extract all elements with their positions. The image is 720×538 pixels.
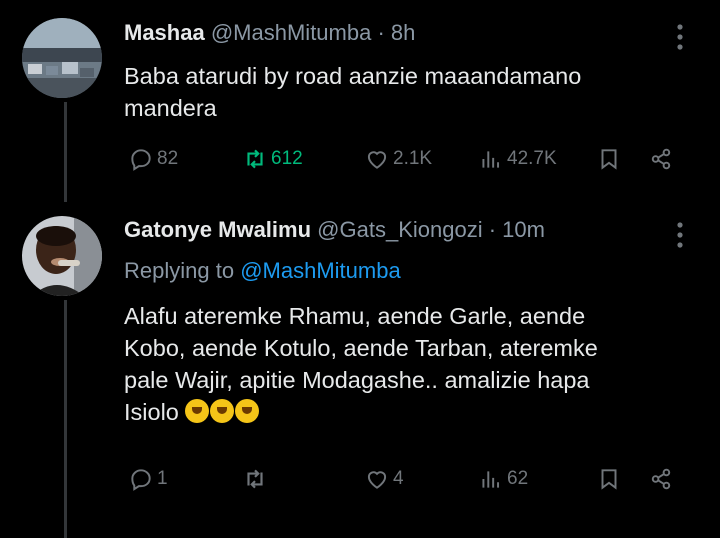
tweet-header: Mashaa @MashMitumba · 8h [124,20,415,46]
bookmark-icon [601,469,617,490]
share-icon [651,468,671,490]
timestamp[interactable]: 10m [502,217,545,242]
share-icon [651,148,671,170]
thread-line [64,300,67,538]
reply-count: 82 [157,148,179,169]
replying-prefix: Replying to [124,258,235,283]
tweet-text-line: Kobo, aende Kotulo, aende Tarban, aterem… [124,335,598,361]
share-button[interactable] [648,146,674,172]
more-options-icon[interactable] [676,222,684,248]
like-button[interactable]: 2.1K [364,146,432,172]
bookmark-icon [601,149,617,170]
avatar[interactable] [22,216,102,296]
tweet-text: Baba atarudi by road aanzie maaandamano … [124,60,581,124]
tweet-text-line: Baba atarudi by road aanzie maaandamano [124,63,582,89]
like-count: 4 [393,468,404,489]
reply-icon [131,149,151,171]
tweet-text-line: mandera [124,95,217,121]
timestamp[interactable]: 8h [391,20,415,45]
views-button[interactable]: 62 [478,466,528,492]
views-icon [482,151,500,168]
reply-count: 1 [157,468,168,489]
separator-dot: · [488,217,497,242]
replying-to: Replying to @MashMitumba [124,258,401,284]
retweet-icon [247,469,263,489]
author-handle[interactable]: @MashMitumba [211,20,372,45]
more-options-icon[interactable] [676,24,684,50]
share-button[interactable] [648,466,674,492]
tweet-text-line: Alafu ateremke Rhamu, aende Garle, aende [124,303,586,329]
thread-line [64,102,67,202]
laughing-emoji-icon [235,399,260,423]
heart-icon [367,471,387,489]
tweet-header: Gatonye Mwalimu @Gats_Kiongozi · 10m [124,217,545,243]
retweet-button[interactable] [242,466,271,492]
separator-dot: · [377,20,385,45]
heart-icon [367,151,387,169]
author-name[interactable]: Mashaa [124,20,205,45]
retweet-icon [247,149,263,169]
tweet-1[interactable]: Mashaa @MashMitumba · 8h Baba atarudi by… [0,0,720,202]
tweet-text-line: pale Wajir, apitie Modagashe.. amalizie … [124,367,590,393]
reply-icon [131,469,151,491]
retweet-count: 612 [271,148,303,169]
like-button[interactable]: 4 [364,466,404,492]
reply-button[interactable]: 1 [128,466,168,492]
views-count: 62 [507,468,529,489]
action-bar: 1 4 62 [124,466,684,496]
views-icon [482,471,500,488]
bookmark-button[interactable] [596,466,622,492]
mention-link[interactable]: @MashMitumba [240,258,401,283]
laughing-emoji-icon [210,399,235,423]
laughing-emoji-icon [185,399,210,423]
reply-button[interactable]: 82 [128,146,178,172]
tweet-text-line: Isiolo [124,396,598,428]
action-bar: 82 612 2.1K 42.7K [124,146,684,176]
views-count: 42.7K [507,148,557,169]
retweet-button[interactable]: 612 [242,146,303,172]
tweet-text: Alafu ateremke Rhamu, aende Garle, aende… [124,300,598,428]
views-button[interactable]: 42.7K [478,146,557,172]
author-handle[interactable]: @Gats_Kiongozi [317,217,482,242]
tweet-text-last: Isiolo [124,399,179,425]
like-count: 2.1K [393,148,433,169]
bookmark-button[interactable] [596,146,622,172]
author-name[interactable]: Gatonye Mwalimu [124,217,311,242]
avatar[interactable] [22,18,102,98]
tweet-2[interactable]: Gatonye Mwalimu @Gats_Kiongozi · 10m Rep… [0,200,720,538]
